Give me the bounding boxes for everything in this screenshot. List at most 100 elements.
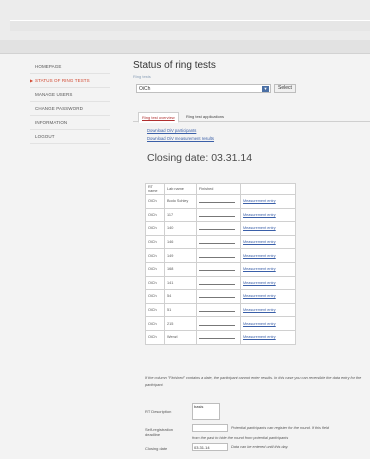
measurement-entry-link[interactable]: Measurement entry <box>243 281 276 285</box>
column-header-finished: Finished <box>196 183 241 195</box>
rt-description-textarea[interactable]: basis <box>192 403 220 420</box>
cell-action: Measurement entry <box>240 194 296 209</box>
download-links: Download OiV participants Download OiV m… <box>147 127 214 143</box>
cell-action: Measurement entry <box>240 221 296 236</box>
cell-rt-name: OiCh <box>145 329 165 345</box>
cell-lab-name: Bodo Schley <box>164 194 197 209</box>
cell-action: Measurement entry <box>240 248 296 263</box>
cell-finished <box>196 302 241 318</box>
chevron-down-icon[interactable]: ▼ <box>262 86 269 92</box>
cell-rt-name: OiCh <box>145 234 165 250</box>
cell-rt-name: OiCh <box>145 221 165 236</box>
measurement-entry-link[interactable]: Measurement entry <box>243 226 276 230</box>
measurement-entry-link[interactable]: Measurement entry <box>243 240 276 244</box>
self-registration-input[interactable] <box>192 424 228 432</box>
cell-rt-name: OiCh <box>145 261 165 277</box>
finished-date-input[interactable] <box>199 334 235 340</box>
cell-finished <box>196 207 241 223</box>
self-registration-label: Self-registration deadline <box>145 427 174 437</box>
top-line <box>10 20 370 31</box>
finished-date-input[interactable] <box>199 307 235 313</box>
cell-lab-name: 141 <box>164 275 197 291</box>
finished-date-input[interactable] <box>199 266 235 272</box>
cell-action: Measurement entry <box>240 261 296 277</box>
participants-table: RT name Lab name Finished OiCh Bodo Schle… <box>145 183 296 345</box>
measurement-entry-link[interactable]: Measurement entry <box>243 322 276 326</box>
cell-finished <box>196 275 241 291</box>
finished-date-input[interactable] <box>199 239 235 245</box>
closing-date-value: 03.31.14 <box>194 445 210 450</box>
cell-finished <box>196 248 241 263</box>
table-row: OiCh 149 Measurement entry <box>145 248 296 263</box>
measurement-entry-link[interactable]: Measurement entry <box>243 199 276 203</box>
measurement-entry-link[interactable]: Measurement entry <box>243 335 276 339</box>
cell-action: Measurement entry <box>240 329 296 345</box>
measurement-entry-link[interactable]: Measurement entry <box>243 213 276 217</box>
sidebar-item-information[interactable]: INFORMATION <box>30 116 110 130</box>
sidebar-item-label: STATUS OF RING TESTS <box>35 78 90 83</box>
cell-lab-name: Wenzl <box>164 329 197 345</box>
closing-date-label: Closing date <box>145 446 168 451</box>
finished-date-input[interactable] <box>199 321 235 326</box>
download-participants-link[interactable]: Download OiV participants <box>147 127 214 135</box>
sidebar-item-homepage[interactable]: HOMEPAGE <box>30 60 110 74</box>
cell-lab-name: 140 <box>164 221 197 236</box>
finished-date-input[interactable] <box>199 198 235 204</box>
measurement-entry-link[interactable]: Measurement entry <box>243 294 276 298</box>
cell-lab-name: 146 <box>164 234 197 250</box>
column-header-rt-name: RT name <box>145 183 165 195</box>
download-results-link[interactable]: Download OiV measurement results <box>147 135 214 143</box>
closing-date-heading: Closing date: 03.31.14 <box>147 152 253 164</box>
closing-date-input[interactable]: 03.31.14 <box>192 443 228 451</box>
finished-date-input[interactable] <box>199 293 235 299</box>
cell-action: Measurement entry <box>240 234 296 250</box>
cell-finished <box>196 221 241 236</box>
cell-rt-name: OiCh <box>145 316 165 331</box>
header-bar <box>0 40 370 54</box>
sidebar-item-logout[interactable]: LOGOUT <box>30 130 110 144</box>
cell-lab-name: 168 <box>164 261 197 277</box>
measurement-entry-link[interactable]: Measurement entry <box>243 267 276 271</box>
column-header-lab-name: Lab name <box>164 183 197 195</box>
cell-rt-name: OiCh <box>145 289 165 304</box>
sidebar-item-label: LOGOUT <box>35 134 55 139</box>
finished-column-note: If the column "Finished" contains a date… <box>145 376 362 387</box>
closing-date-hint: Data can be entered until this day. <box>231 445 289 449</box>
ring-test-select[interactable]: OiCh ▼ <box>136 84 271 93</box>
select-button[interactable]: Select <box>274 84 296 93</box>
table-row: OiCh 168 Measurement entry <box>145 261 296 277</box>
sidebar-item-change-password[interactable]: CHANGE PASSWORD <box>30 102 110 116</box>
tab-ring-test-overview[interactable]: Ring test overview <box>138 112 179 123</box>
cell-finished <box>196 234 241 250</box>
cell-rt-name: OiCh <box>145 275 165 291</box>
table-row: OiCh 117 Measurement entry <box>145 207 296 223</box>
table-row: OiCh 215 Measurement entry <box>145 316 296 331</box>
cell-rt-name: OiCh <box>145 207 165 223</box>
finished-date-input[interactable] <box>199 253 235 258</box>
finished-date-input[interactable] <box>199 212 235 217</box>
cell-action: Measurement entry <box>240 316 296 331</box>
finished-date-input[interactable] <box>199 225 235 231</box>
self-registration-hint: Potential participants can register for … <box>231 426 329 430</box>
finished-date-input[interactable] <box>199 280 235 285</box>
ring-test-select-value: OiCh <box>139 86 151 92</box>
sidebar-item-status-of-ring-tests[interactable]: ▶ STATUS OF RING TESTS <box>30 74 110 88</box>
sidebar-item-label: INFORMATION <box>35 120 68 125</box>
ring-test-select-label: Ring tests <box>133 74 151 79</box>
tab-bar: Ring test overview Ring test application… <box>133 112 370 123</box>
table-header-row: RT name Lab name Finished <box>145 183 296 195</box>
measurement-entry-link[interactable]: Measurement entry <box>243 308 276 312</box>
cell-action: Measurement entry <box>240 302 296 318</box>
table-row: OiCh 141 Measurement entry <box>145 275 296 291</box>
table-row: OiCh Wenzl Measurement entry <box>145 329 296 345</box>
column-header-actions <box>240 183 296 195</box>
tab-ring-test-applications[interactable]: Ring test applications <box>183 112 227 121</box>
sidebar-item-manage-users[interactable]: MANAGE USERS <box>30 88 110 102</box>
cell-lab-name: 117 <box>164 207 197 223</box>
table-row: OiCh 54 Measurement entry <box>145 289 296 304</box>
cell-finished <box>196 329 241 345</box>
cell-rt-name: OiCh <box>145 248 165 263</box>
rt-description-value: basis <box>194 404 204 409</box>
measurement-entry-link[interactable]: Measurement entry <box>243 254 276 258</box>
sidebar-nav: HOMEPAGE ▶ STATUS OF RING TESTS MANAGE US… <box>30 60 110 144</box>
